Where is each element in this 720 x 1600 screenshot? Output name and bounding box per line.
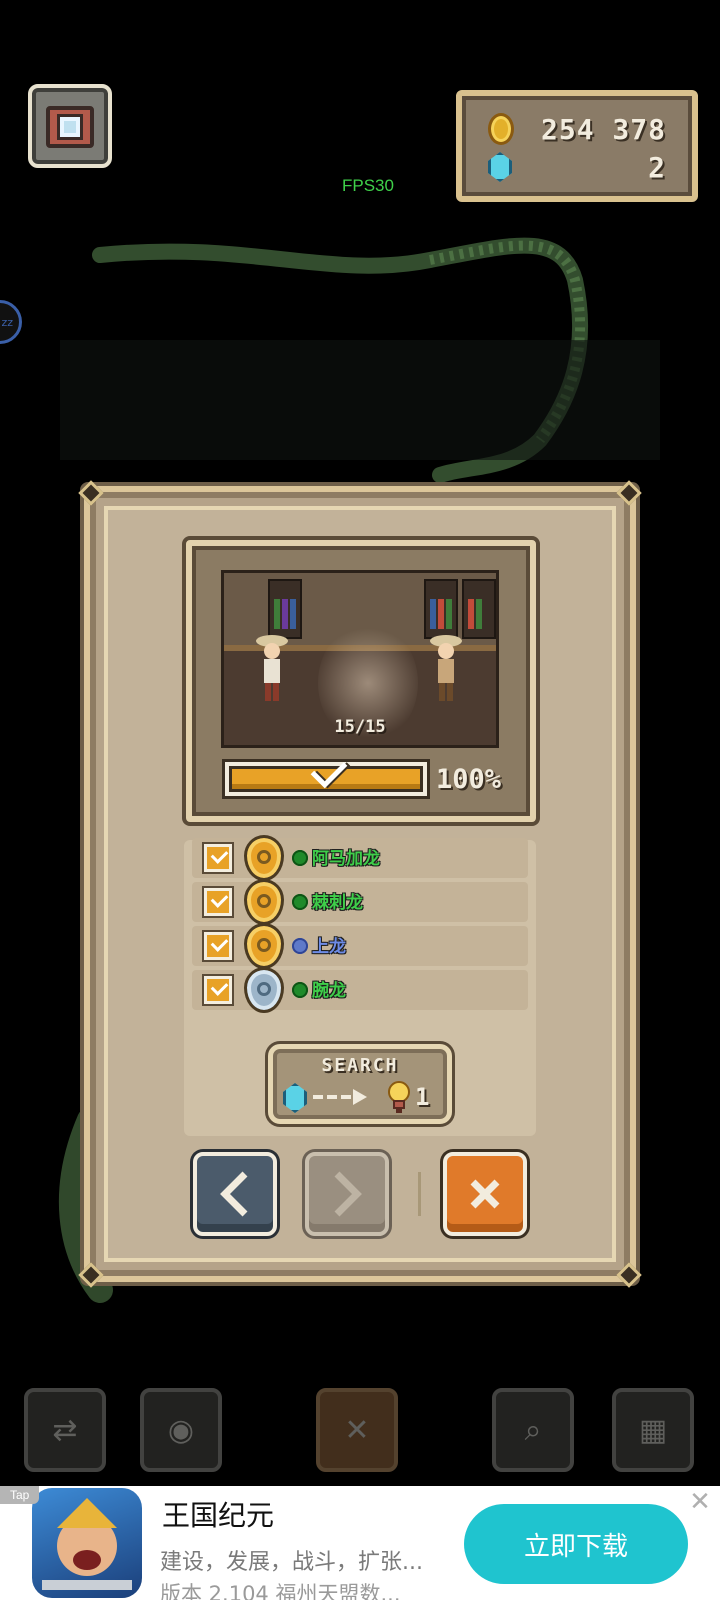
swap-tool-button[interactable]: ⇄ [24,1388,106,1472]
dinosaur-name: 腕龙 [312,981,346,1001]
list-item[interactable]: 棘刺龙 [192,879,528,925]
previous-button[interactable] [193,1152,277,1236]
ad-tag: Tap [0,1486,40,1504]
lightbulb-icon: ◉ [167,1412,195,1448]
search-label: SEARCH [321,1055,399,1076]
dinosaur-name: 阿马加龙 [312,849,380,869]
green-rarity-dot [292,982,308,998]
gold-coin-icon [488,113,514,145]
list-item[interactable]: 阿马加龙 [192,835,528,881]
fps-counter: FPS30 [342,176,394,195]
download-button[interactable]: 立即下载 [464,1504,688,1584]
dinosaur-name: 棘刺龙 [312,893,363,913]
gold-amount: 254 378 [540,112,666,146]
currency-panel: 254 378 2 [456,90,698,202]
divider [418,1172,421,1216]
next-button[interactable] [305,1152,389,1236]
close-icon [470,1179,500,1209]
gem-amount: 2 [648,150,666,184]
dinosaur-name: 上龙 [312,937,346,957]
progress-percent: 100% [436,764,502,795]
camera-icon [46,106,94,148]
gem-icon [488,152,512,182]
search-cost: 1 [415,1083,430,1111]
checkbox-checked[interactable] [204,844,232,872]
lightbulb-icon [388,1081,410,1113]
cancel-tool-button[interactable]: ✕ [316,1388,398,1472]
map-tool-button[interactable]: ▦ [612,1388,694,1472]
ad-title: 王国纪元 [162,1499,275,1532]
close-icon: ✕ [344,1412,370,1448]
list-item[interactable]: 上龙 [192,923,528,969]
chevron-left-icon [220,1171,248,1217]
checkbox-checked[interactable] [204,976,232,1004]
gem-icon [283,1083,307,1113]
ad-close-icon[interactable]: ✕ [688,1489,712,1515]
chevron-right-icon [334,1171,362,1217]
gold-medal-icon [244,835,284,881]
gold-medal-icon [244,879,284,925]
ad-banner[interactable]: Tap 王国纪元 建设，发展，战斗，扩张... 版本 2.104 福州天盟数..… [0,1486,720,1600]
list-item[interactable]: 腕龙 [192,967,528,1013]
magnifier-icon: ⌕ [524,1412,542,1448]
green-rarity-dot [292,894,308,910]
excavation-count: 15/15 [334,717,386,737]
search-button[interactable]: SEARCH 1 [268,1044,452,1124]
explorer-left-sprite [256,635,288,701]
close-button[interactable] [443,1152,527,1236]
blue-rarity-dot [292,938,308,954]
gold-medal-icon [244,923,284,969]
hint-tool-button[interactable]: ◉ [140,1388,222,1472]
ad-meta: 版本 2.104 福州天盟数... [160,1582,401,1600]
progress-bar [225,751,427,796]
explorer-right-sprite [430,635,462,701]
checkbox-checked[interactable] [204,888,232,916]
map-icon: ▦ [638,1412,668,1448]
ad-description: 建设，发展，战斗，扩张... [160,1550,423,1575]
swap-icon: ⇄ [52,1412,78,1448]
checkbox-checked[interactable] [204,932,232,960]
app-icon[interactable] [32,1488,142,1598]
green-rarity-dot [292,850,308,866]
lab-scene-image: 15/15 [221,570,499,748]
search-tool-button[interactable]: ⌕ [492,1388,574,1472]
arrow-right-icon [313,1089,367,1105]
camera-button[interactable] [28,84,112,168]
silver-medal-icon [244,967,284,1013]
